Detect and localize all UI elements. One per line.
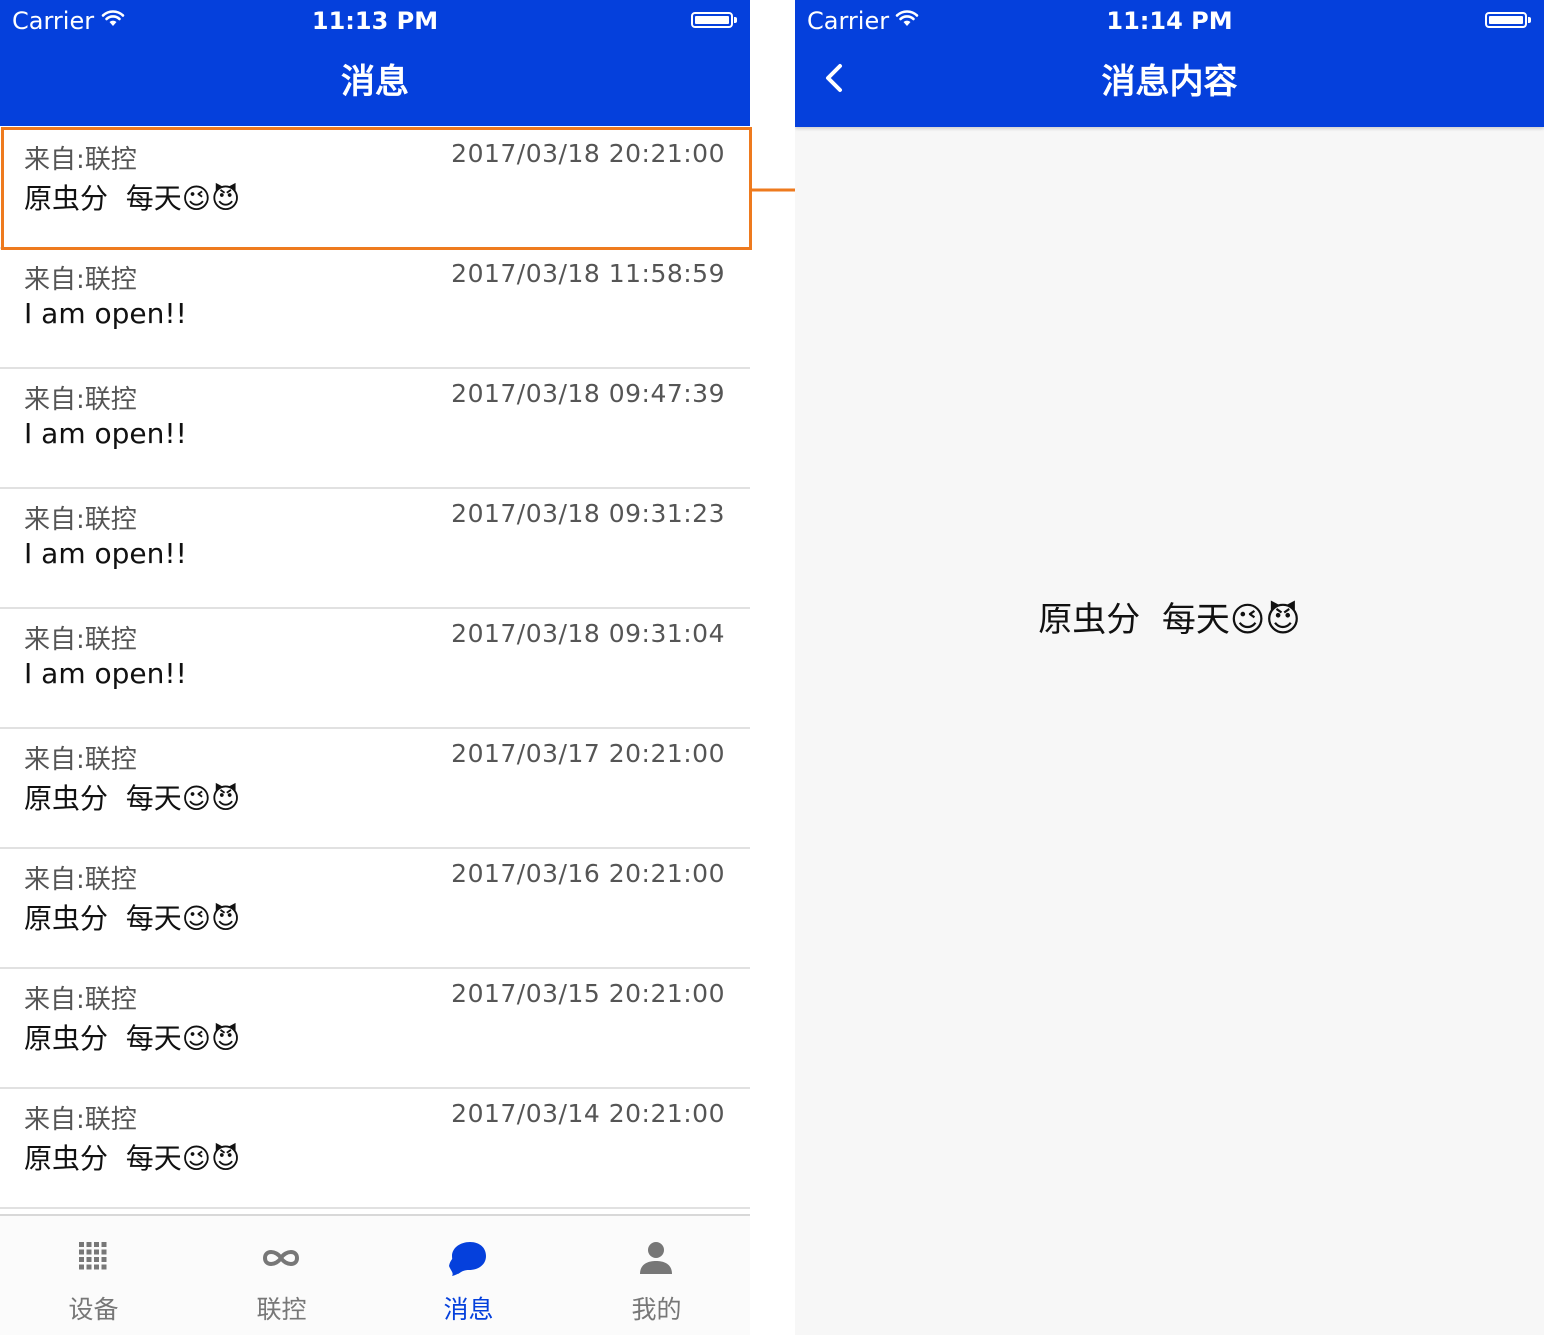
- tab-2[interactable]: 消息: [375, 1216, 562, 1335]
- message-timestamp: 2017/03/17 20:21:00: [451, 739, 725, 768]
- message-sender: 来自:联控: [24, 865, 137, 895]
- tab-label: 联控: [256, 1295, 307, 1324]
- message-sender: 来自:联控: [24, 745, 137, 775]
- message-content: 原虫分 每天😉😈: [24, 902, 241, 935]
- message-row[interactable]: 来自:联控 2017/03/17 20:21:00 原虫分 每天😉😈: [0, 729, 750, 849]
- message-content: I am open!!: [24, 657, 187, 690]
- message-content: I am open!!: [24, 537, 187, 570]
- message-timestamp: 2017/03/18 20:21:00: [451, 139, 725, 168]
- page-title: 消息内容: [1101, 62, 1238, 102]
- chat-bubble-icon: [449, 1242, 486, 1276]
- battery-icon: [691, 12, 737, 28]
- tab-1[interactable]: 联控: [188, 1216, 375, 1335]
- message-sender: 来自:联控: [24, 385, 137, 415]
- message-list-screen: Carrier 11:13 PM 消息 来自:联控 2017/03/18 20:2…: [0, 0, 750, 1335]
- message-content: I am open!!: [24, 297, 187, 330]
- navigation-bar: Carrier 11:13 PM 消息: [0, 0, 750, 126]
- page-title: 消息: [341, 62, 409, 102]
- message-content: 原虫分 每天😉😈: [24, 182, 241, 215]
- message-sender: 来自:联控: [24, 625, 137, 655]
- message-content: 原虫分 每天😉😈: [24, 782, 241, 815]
- status-time: 11:13 PM: [311, 7, 439, 35]
- message-timestamp: 2017/03/18 09:31:23: [451, 499, 725, 528]
- message-detail-screen: Carrier 11:14 PM 消息内容 原虫分 每天😉😈: [795, 0, 1544, 1335]
- grid-icon: [79, 1242, 107, 1270]
- message-timestamp: 2017/03/14 20:21:00: [451, 1099, 725, 1128]
- message-timestamp: 2017/03/16 20:21:00: [451, 859, 725, 888]
- message-sender: 来自:联控: [24, 145, 137, 175]
- message-content: 原虫分 每天😉😈: [24, 1022, 241, 1055]
- tab-label: 我的: [631, 1295, 682, 1324]
- message-row[interactable]: 来自:联控 2017/03/16 20:21:00 原虫分 每天😉😈: [0, 849, 750, 969]
- status-bar: Carrier 11:14 PM: [795, 0, 1544, 40]
- message-content: 原虫分 每天😉😈: [24, 1142, 241, 1175]
- message-row[interactable]: 来自:联控 2017/03/15 20:21:00 原虫分 每天😉😈: [0, 969, 750, 1089]
- message-list: 来自:联控 2017/03/18 20:21:00 原虫分 每天😉😈 来自:联控 201…: [0, 129, 750, 1209]
- tab-0[interactable]: 设备: [0, 1216, 187, 1335]
- message-timestamp: 2017/03/15 20:21:00: [451, 979, 725, 1008]
- message-row[interactable]: 来自:联控 2017/03/18 11:58:59 I am open!!: [0, 249, 750, 369]
- message-content: I am open!!: [24, 417, 187, 450]
- message-row[interactable]: 来自:联控 2017/03/14 20:21:00 原虫分 每天😉😈: [0, 1089, 750, 1209]
- message-detail-text: 原虫分 每天😉😈: [1038, 600, 1301, 640]
- message-sender: 来自:联控: [24, 505, 137, 535]
- message-timestamp: 2017/03/18 09:47:39: [451, 379, 725, 408]
- person-icon: [640, 1242, 672, 1274]
- battery-icon: [1485, 12, 1531, 28]
- message-sender: 来自:联控: [24, 1105, 137, 1135]
- message-row[interactable]: 来自:联控 2017/03/18 09:47:39 I am open!!: [0, 369, 750, 489]
- message-row[interactable]: 来自:联控 2017/03/18 09:31:04 I am open!!: [0, 609, 750, 729]
- tab-bar: 设备 联控 消息 我的: [0, 1214, 750, 1335]
- message-sender: 来自:联控: [24, 985, 137, 1015]
- tab-label: 消息: [443, 1295, 494, 1324]
- message-timestamp: 2017/03/18 09:31:04: [451, 619, 725, 648]
- infinity-icon: [262, 1250, 300, 1266]
- tab-label: 设备: [68, 1295, 119, 1324]
- message-sender: 来自:联控: [24, 265, 137, 295]
- status-time: 11:14 PM: [1106, 7, 1233, 35]
- message-row[interactable]: 来自:联控 2017/03/18 20:21:00 原虫分 每天😉😈: [0, 129, 750, 249]
- status-bar: Carrier 11:13 PM: [0, 0, 750, 40]
- message-row[interactable]: 来自:联控 2017/03/18 09:31:23 I am open!!: [0, 489, 750, 609]
- navigation-bar: Carrier 11:14 PM 消息内容: [795, 0, 1544, 127]
- tab-3[interactable]: 我的: [563, 1216, 750, 1335]
- message-timestamp: 2017/03/18 11:58:59: [451, 259, 725, 288]
